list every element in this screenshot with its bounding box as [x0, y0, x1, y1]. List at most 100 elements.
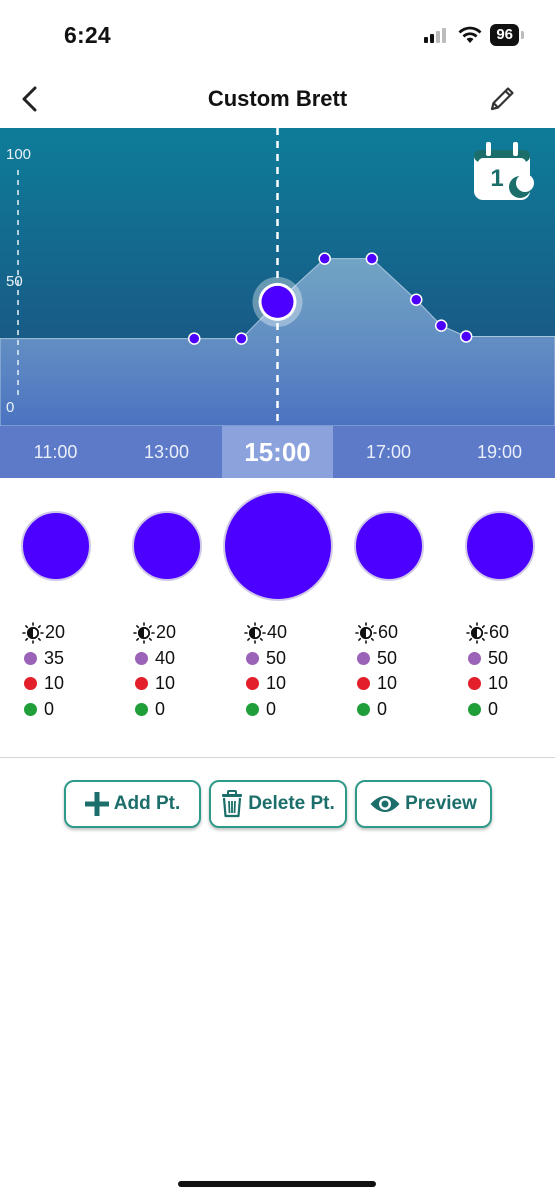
- green-channel-dot: [135, 702, 148, 716]
- point-values: 20 40 10 0: [111, 620, 222, 722]
- time-slot[interactable]: 17:00: [333, 426, 444, 478]
- red-channel-dot: [468, 677, 481, 691]
- signal-icon: [424, 28, 447, 43]
- brightness-icon: [355, 621, 377, 644]
- channel-brightness-row: 60: [466, 620, 555, 646]
- red-channel-dot: [135, 677, 148, 691]
- brightness-icon: [133, 621, 155, 644]
- purple-channel-dot: [357, 651, 370, 665]
- data-point: [434, 319, 448, 332]
- time-slot[interactable]: 11:00: [0, 426, 111, 478]
- add-point-button[interactable]: Add Pt.: [63, 780, 201, 828]
- calendar-button[interactable]: 1: [471, 140, 535, 204]
- channel-purple-value: 50: [377, 647, 398, 668]
- channel-brightness-value: 60: [378, 622, 399, 643]
- channel-red-row: 10: [244, 671, 333, 697]
- channel-brightness-row: 40: [244, 620, 333, 646]
- point-color-swatch-selected[interactable]: [222, 491, 333, 601]
- channel-green-row: 0: [355, 697, 444, 723]
- status-time: 6:24: [64, 22, 111, 48]
- channel-green-row: 0: [466, 697, 555, 723]
- brightness-icon: [244, 621, 266, 644]
- purple-channel-dot: [24, 651, 37, 665]
- point-color-swatch[interactable]: [464, 511, 535, 581]
- red-channel-dot: [24, 677, 37, 691]
- channel-green-value: 0: [266, 698, 277, 719]
- trash-icon: [222, 790, 243, 818]
- point-color-swatch[interactable]: [131, 511, 202, 581]
- data-point: [318, 252, 331, 265]
- channel-green-row: 0: [22, 697, 111, 723]
- point-values: 40 50 10 0: [222, 620, 333, 722]
- time-strip: 11:00 13:00 15:00 17:00 19:00: [0, 426, 555, 478]
- brightness-icon: [22, 621, 44, 644]
- time-slot-selected[interactable]: 15:00: [222, 426, 333, 478]
- preview-button[interactable]: Preview: [354, 780, 492, 828]
- channel-purple-row: 50: [355, 646, 444, 672]
- green-channel-dot: [24, 702, 37, 716]
- green-channel-dot: [468, 702, 481, 716]
- y-tick-label: 100: [6, 146, 32, 163]
- channel-brightness-row: 60: [355, 620, 444, 646]
- calendar-moon-icon: 1: [474, 142, 534, 200]
- channel-purple-value: 50: [488, 647, 509, 668]
- edit-button[interactable]: [485, 82, 519, 116]
- light-curve-chart[interactable]: 100 50 0 1: [0, 128, 555, 426]
- channel-green-value: 0: [44, 698, 55, 719]
- channel-purple-value: 40: [155, 647, 176, 668]
- channel-purple-value: 35: [44, 647, 65, 668]
- point-color-swatch[interactable]: [20, 511, 91, 581]
- purple-channel-dot: [135, 651, 148, 665]
- channel-red-value: 10: [377, 673, 398, 694]
- channel-green-row: 0: [244, 697, 333, 723]
- data-point: [459, 330, 473, 343]
- channel-red-value: 10: [44, 673, 65, 694]
- channel-red-row: 10: [466, 671, 555, 697]
- channel-red-value: 10: [488, 673, 509, 694]
- channel-purple-row: 35: [22, 646, 111, 672]
- channel-purple-row: 50: [244, 646, 333, 672]
- channel-green-row: 0: [133, 697, 222, 723]
- divider: [0, 757, 555, 758]
- point-values: 60 50 10 0: [333, 620, 444, 722]
- channel-purple-value: 50: [266, 647, 287, 668]
- channel-brightness-value: 40: [267, 622, 288, 643]
- channel-purple-row: 40: [133, 646, 222, 672]
- point-values: 20 35 10 0: [0, 620, 111, 722]
- channel-brightness-value: 20: [45, 622, 66, 643]
- red-channel-dot: [357, 677, 370, 691]
- channel-red-row: 10: [22, 671, 111, 697]
- calendar-day: 1: [490, 165, 503, 192]
- nav-bar: Custom Brett: [0, 70, 555, 128]
- plus-icon: [84, 792, 109, 816]
- channel-green-value: 0: [155, 698, 166, 719]
- data-point: [365, 252, 379, 265]
- point-color-row: [0, 490, 555, 602]
- channel-purple-row: 50: [466, 646, 555, 672]
- channel-red-row: 10: [133, 671, 222, 697]
- purple-channel-dot: [246, 651, 259, 665]
- channel-red-value: 10: [266, 673, 287, 694]
- point-color-swatch[interactable]: [353, 511, 424, 581]
- time-slot[interactable]: 19:00: [444, 426, 555, 478]
- delete-point-label: Delete Pt.: [248, 793, 335, 814]
- page-title: Custom Brett: [207, 86, 348, 111]
- point-values: 60 50 10 0: [444, 620, 555, 722]
- data-point: [410, 293, 423, 306]
- y-tick-label: 0: [6, 399, 15, 416]
- wifi-icon: [458, 26, 482, 43]
- red-channel-dot: [246, 677, 259, 691]
- channel-green-value: 0: [377, 698, 388, 719]
- channel-brightness-row: 20: [22, 620, 111, 646]
- status-bar: 6:24 96: [0, 0, 555, 70]
- channel-brightness-value: 20: [156, 622, 177, 643]
- channel-green-value: 0: [488, 698, 499, 719]
- battery-indicator: 96: [490, 24, 524, 46]
- action-bar: Add Pt. Delete Pt. Preview: [0, 780, 555, 828]
- green-channel-dot: [357, 702, 370, 716]
- channel-brightness-row: 20: [133, 620, 222, 646]
- delete-point-button[interactable]: Delete Pt.: [208, 780, 347, 828]
- home-indicator: [178, 1181, 376, 1187]
- time-slot[interactable]: 13:00: [111, 426, 222, 478]
- data-point: [188, 332, 201, 345]
